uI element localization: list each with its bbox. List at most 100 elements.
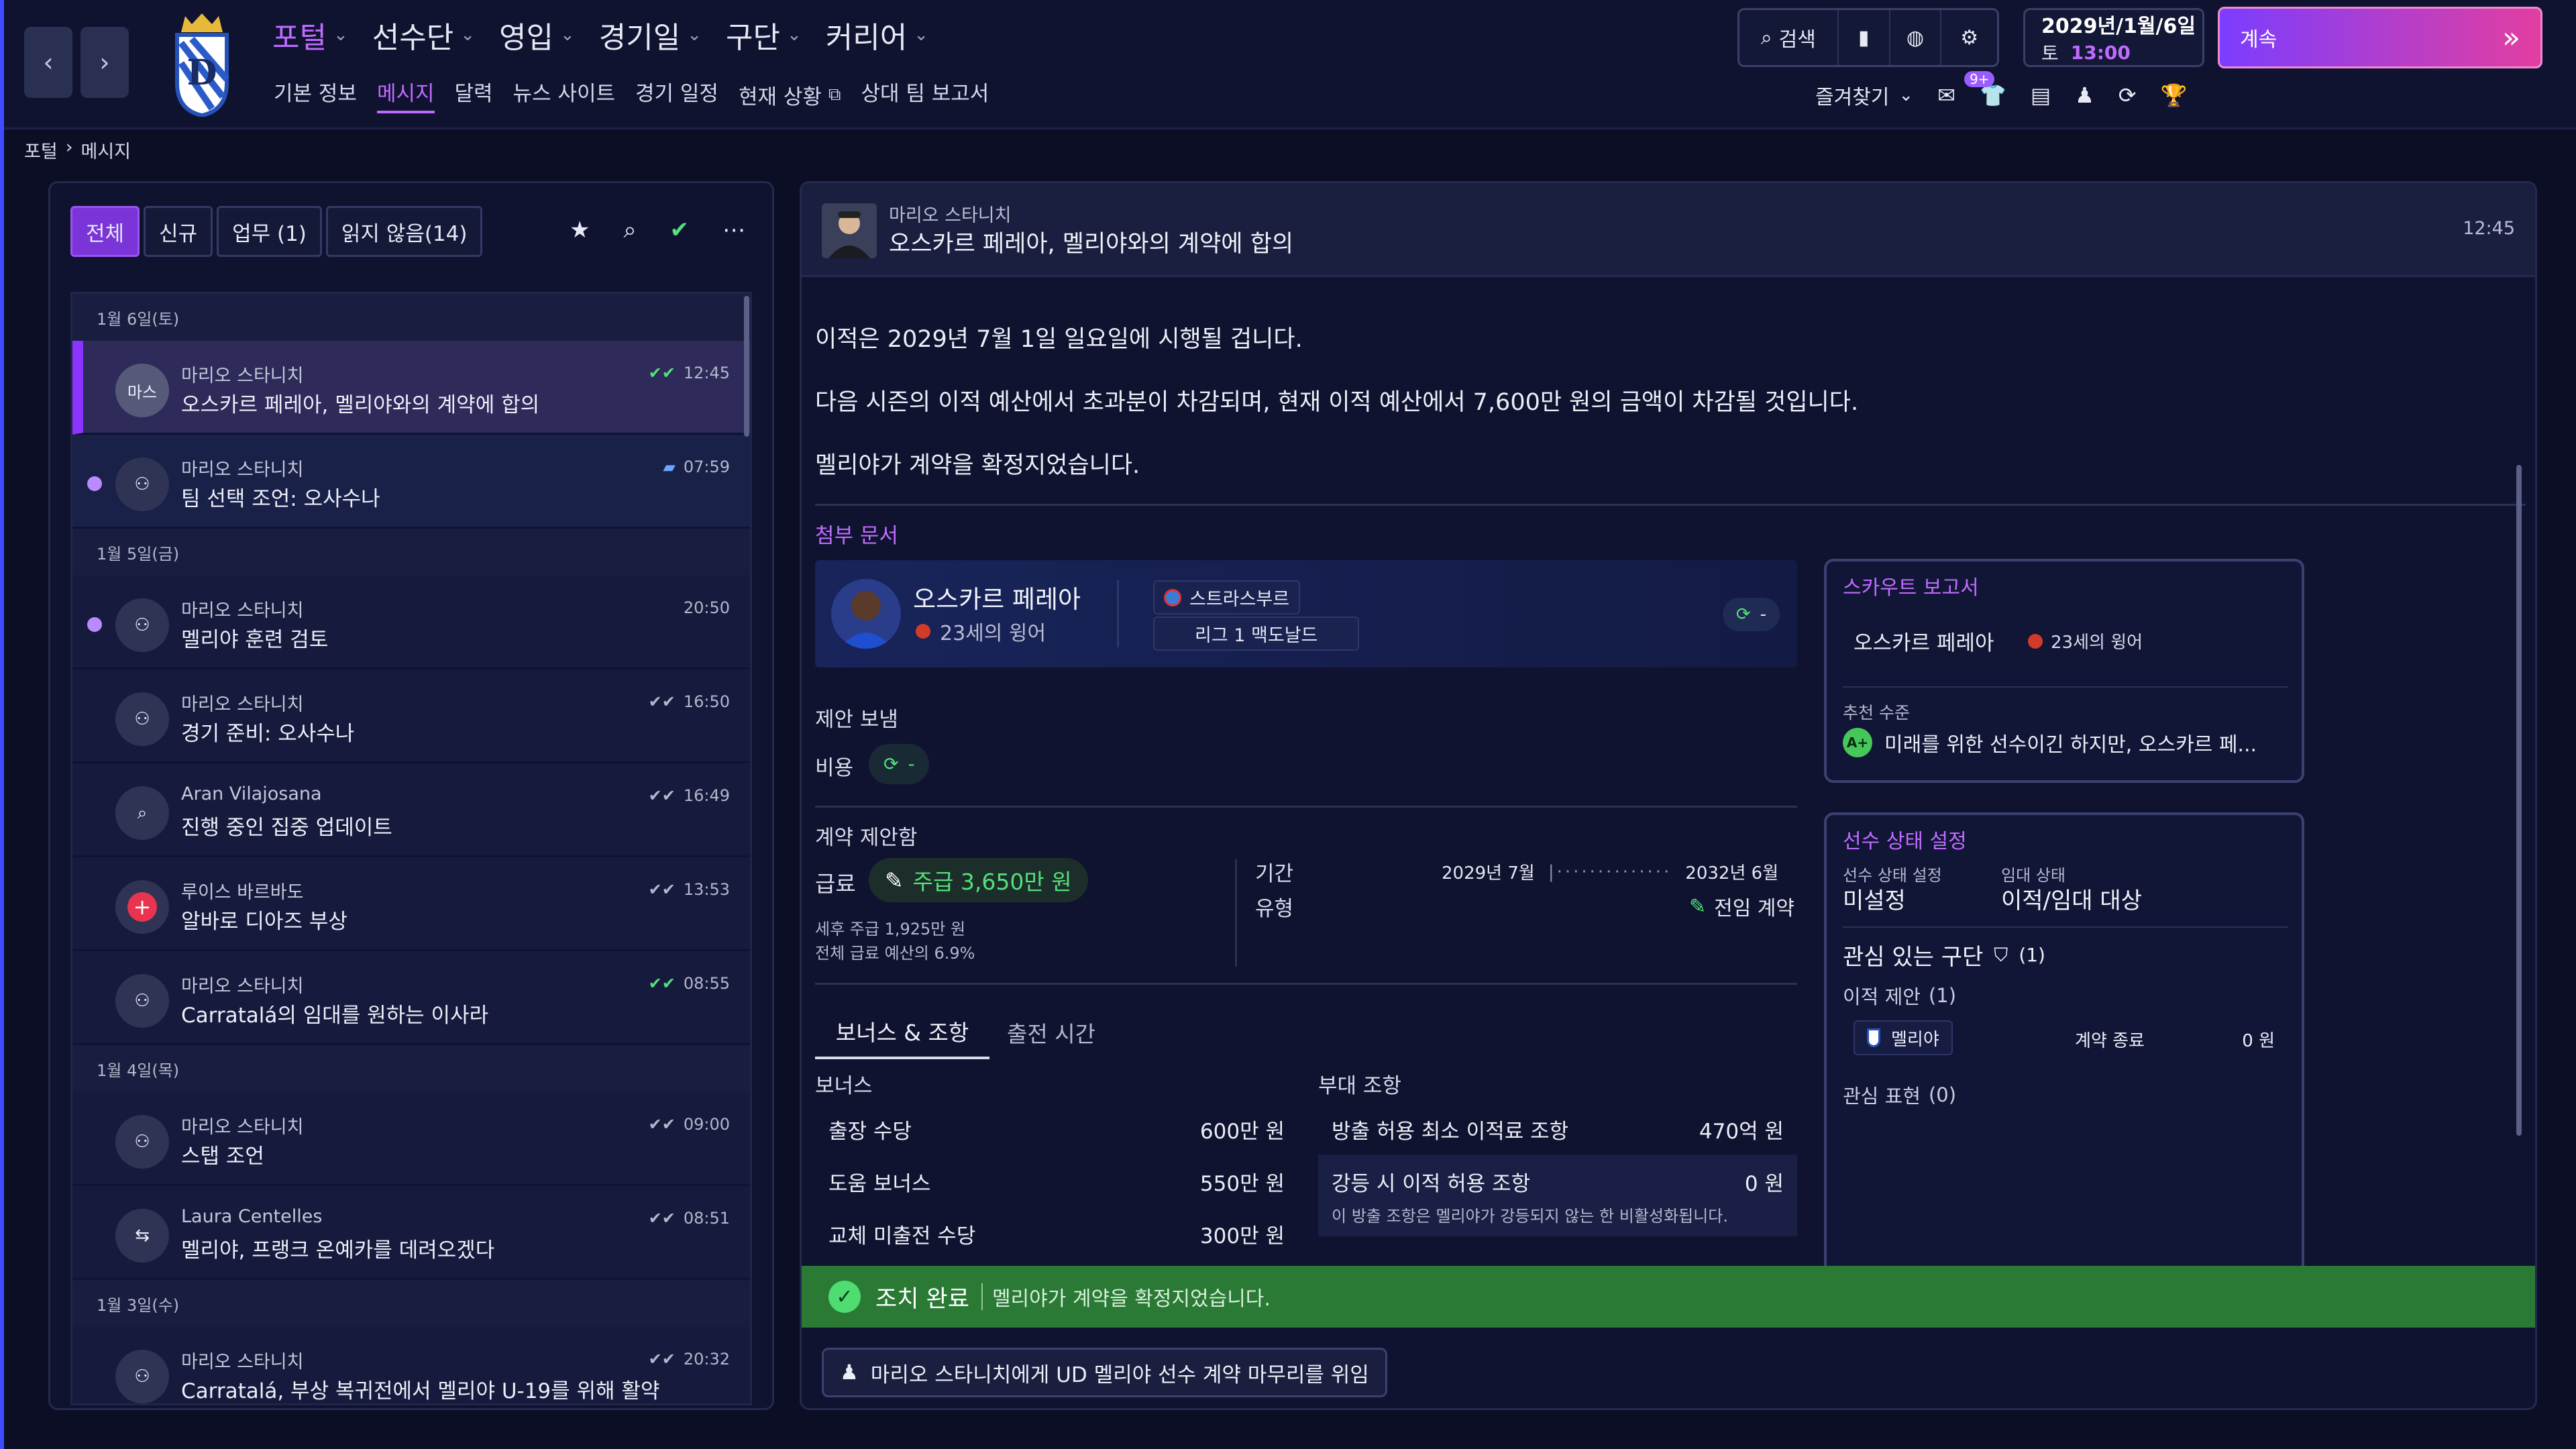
list-item[interactable]: + 루이스 바르바도 알바로 디아즈 부상 ✔✔ 13:53 bbox=[72, 857, 750, 951]
bookmark-button[interactable]: ▮ bbox=[1839, 10, 1890, 65]
submenu-inbox[interactable]: 메시지 bbox=[376, 76, 435, 113]
menu-career[interactable]: 커리어 ⌄ bbox=[826, 13, 928, 56]
delegate-button[interactable]: ♟ 마리오 스타니치에게 UD 멜리야 선수 계약 마무리를 위임 bbox=[822, 1348, 1387, 1397]
forward-button[interactable]: › bbox=[80, 27, 129, 98]
check-circle-icon: ✓ bbox=[828, 1281, 861, 1313]
status-value[interactable]: 미설정 bbox=[1843, 882, 1906, 915]
submenu-opposition-report[interactable]: 상대 팀 보고서 bbox=[861, 76, 989, 113]
submenu-calendar[interactable]: 달력 bbox=[455, 76, 493, 113]
list-item[interactable]: ⚇ 마리오 스타니치 Carratalá, 부상 복귀전에서 멜리야 U-19를… bbox=[72, 1327, 750, 1403]
filter-new[interactable]: 신규 bbox=[144, 206, 213, 257]
list-item[interactable]: ⚇ 마리오 스타니치 경기 준비: 오사수나 ✔✔ 16:50 bbox=[72, 669, 750, 763]
star-icon[interactable]: ★ bbox=[570, 217, 590, 244]
continue-button[interactable]: 계속 » bbox=[2218, 7, 2542, 68]
club-crest-icon bbox=[1867, 1028, 1880, 1047]
chevron-right-icon: › bbox=[99, 48, 110, 77]
menu-label: 포털 bbox=[272, 21, 327, 55]
player-name[interactable]: 오스카르 페레아 bbox=[913, 579, 1081, 615]
wage-value: 주급 3,650만 원 bbox=[912, 869, 1072, 895]
world-button[interactable]: ◍ bbox=[1890, 10, 1942, 65]
chat-icon[interactable]: ✉ bbox=[1937, 83, 1955, 108]
quick-icons: 즐겨찾기 ⌄ 9+ ✉ 👕 ▤ ♟ ⟳ 🏆 bbox=[1815, 71, 2188, 110]
menu-matchday[interactable]: 경기일 ⌄ bbox=[599, 13, 702, 56]
submenu-news[interactable]: 뉴스 사이트 bbox=[513, 76, 615, 113]
row-value: 550만 원 bbox=[1199, 1172, 1285, 1196]
list-item[interactable]: 마스 마리오 스타니치 오스카르 페레아, 멜리야와의 계약에 합의 ✔✔ 12:… bbox=[72, 341, 750, 435]
trophy-icon[interactable]: 🏆 bbox=[2161, 83, 2188, 108]
message-subject: 멜리야 훈련 검토 bbox=[181, 628, 329, 652]
offers-label: 이적 제안 bbox=[1843, 985, 1921, 1008]
menu-recruitment[interactable]: 영입 ⌄ bbox=[499, 13, 575, 56]
chevron-down-icon: ⌄ bbox=[1898, 85, 1914, 105]
day-header: 1월 4일(목) bbox=[72, 1045, 750, 1092]
wage-pill: ✎ 주급 3,650만 원 bbox=[869, 858, 1088, 902]
player-photo bbox=[831, 579, 901, 649]
back-button[interactable]: ‹ bbox=[24, 27, 72, 98]
list-item[interactable]: ⇆ Laura Centelles 멜리야, 프랭크 온예카를 데려오겠다 ✔✔… bbox=[72, 1186, 750, 1280]
staff-icon: ♟ bbox=[840, 1360, 859, 1385]
inbox-scrollbar[interactable] bbox=[744, 296, 749, 437]
double-check-icon: ✔✔ bbox=[648, 1115, 676, 1134]
clipboard-icon[interactable]: ▤ bbox=[2031, 83, 2051, 108]
double-check-icon: ✔✔ bbox=[648, 880, 676, 899]
menu-club[interactable]: 구단 ⌄ bbox=[726, 13, 802, 56]
more-icon[interactable]: ⋯ bbox=[722, 217, 745, 244]
breadcrumb-root[interactable]: 포털 bbox=[24, 137, 58, 163]
list-item[interactable]: ⚇ 마리오 스타니치 팀 선택 조언: 오사수나 ▰ 07:59 bbox=[72, 435, 750, 529]
double-check-icon: ✔✔ bbox=[648, 692, 676, 711]
breadcrumb-current: 메시지 bbox=[80, 142, 131, 162]
check-all-icon[interactable]: ✔ bbox=[670, 217, 690, 244]
offer-club-chip[interactable]: 멜리야 bbox=[1854, 1020, 1953, 1055]
staff-icon[interactable]: ♟ bbox=[2075, 83, 2094, 108]
unread-dot bbox=[87, 617, 102, 632]
loan-value[interactable]: 이적/임대 대상 bbox=[2001, 882, 2142, 915]
message-time: ▰ 07:59 bbox=[663, 458, 730, 476]
filter-unread[interactable]: 읽지 않음(14) bbox=[325, 206, 483, 257]
rec-label: 추천 수준 bbox=[1843, 703, 1910, 722]
table-row: 교체 미출전 수당 300만 원 bbox=[828, 1219, 1285, 1249]
time-text: 16:50 bbox=[683, 692, 730, 711]
day-header: 1월 6일(토) bbox=[72, 294, 750, 341]
search-button[interactable]: ⌕ 검색 bbox=[1739, 10, 1839, 65]
date-sub: 토 13:00 bbox=[2041, 39, 2131, 66]
top-bar: ‹ › D 포털 ⌄ 선수단 ⌄ 영입 ⌄ 경기일 ⌄ 구단 ⌄ 커리어 ⌄ 기본 정보 메… bbox=[4, 0, 2576, 127]
scout-report-box[interactable]: 스카우트 보고서 오스카르 페레아 23세의 윙어 추천 수준 A+ 미래를 위… bbox=[1824, 559, 2304, 783]
menu-portal[interactable]: 포털 ⌄ bbox=[272, 13, 348, 56]
submenu-fixtures[interactable]: 경기 일정 bbox=[635, 76, 718, 113]
message-sender: 마리오 스타니치 bbox=[889, 205, 1012, 226]
status-value: - bbox=[1760, 604, 1766, 625]
game-date[interactable]: 2029년/1월/6일 토 13:00 bbox=[2023, 8, 2204, 67]
row-label: 도움 보너스 bbox=[828, 1172, 931, 1196]
refresh-icon[interactable]: ⟳ bbox=[2118, 83, 2137, 108]
list-item[interactable]: ⚇ 마리오 스타니치 멜리야 훈련 검토 20:50 bbox=[72, 576, 750, 669]
list-item[interactable]: ⚇ 마리오 스타니치 Carratalá의 임대를 원하는 이사라 ✔✔ 08:5… bbox=[72, 951, 750, 1045]
list-item[interactable]: ⌕ Aran Vilajosana 진행 중인 집중 업데이트 ✔✔ 16:49 bbox=[72, 763, 750, 857]
offer-status: 계약 종료 bbox=[2075, 1031, 2145, 1051]
tab-playing-time[interactable]: 출전 시간 bbox=[1007, 1006, 1095, 1059]
filter-tasks[interactable]: 업무 (1) bbox=[217, 206, 322, 257]
menu-squad[interactable]: 선수단 ⌄ bbox=[372, 13, 475, 56]
submenu-current-status[interactable]: 현재 상황 ⧉ bbox=[739, 76, 841, 113]
message-sender: 마리오 스타니치 bbox=[181, 460, 304, 480]
submenu-overview[interactable]: 기본 정보 bbox=[274, 76, 357, 113]
list-item[interactable]: ⚇ 마리오 스타니치 스탭 조언 ✔✔ 09:00 bbox=[72, 1092, 750, 1186]
player-card[interactable]: 오스카르 페레아 23세의 윙어 스트라스부르 리그 1 맥도날드 ⟳ - bbox=[815, 560, 1797, 667]
message-sender: 마리오 스타니치 bbox=[181, 1352, 304, 1373]
settings-button[interactable]: ⚙ bbox=[1941, 10, 1997, 65]
tab-bonuses[interactable]: 보너스 & 조항 bbox=[815, 1006, 989, 1059]
scout-title: 스카우트 보고서 bbox=[1843, 576, 1979, 600]
player-club[interactable]: 스트라스부르 bbox=[1153, 580, 1301, 614]
message-time: ✔✔ 20:32 bbox=[649, 1350, 730, 1368]
message-subject: 진행 중인 집중 업데이트 bbox=[181, 816, 392, 840]
club-crest-logo[interactable]: D bbox=[165, 9, 239, 118]
favorites-dropdown[interactable]: 즐겨찾기 ⌄ bbox=[1815, 80, 1913, 110]
message-subject: 팀 선택 조언: 오사수나 bbox=[181, 487, 380, 511]
message-list[interactable]: 1월 6일(토) 마스 마리오 스타니치 오스카르 페레아, 멜리야와의 계약에… bbox=[70, 292, 752, 1405]
search-icon[interactable]: ⌕ bbox=[623, 217, 636, 244]
interested-label: 관심 있는 구단 bbox=[1843, 944, 1984, 971]
message-time: ✔✔ 08:55 bbox=[649, 974, 730, 993]
detail-scrollbar[interactable] bbox=[2516, 465, 2522, 1136]
filter-all[interactable]: 전체 bbox=[70, 206, 140, 257]
message-paragraph: 멜리야가 계약을 확정지었습니다. bbox=[815, 452, 1140, 479]
player-league[interactable]: 리그 1 맥도날드 bbox=[1153, 616, 1360, 651]
